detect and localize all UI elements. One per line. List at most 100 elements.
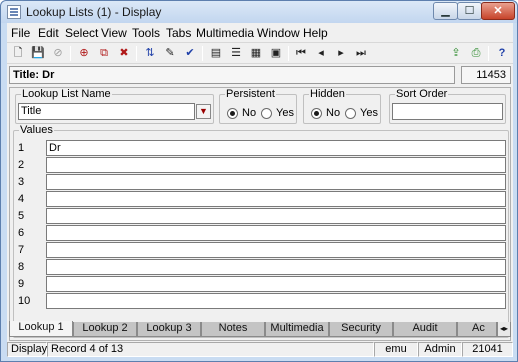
value-cell[interactable] xyxy=(46,276,506,292)
toolbar-separator xyxy=(488,46,489,61)
value-cell[interactable] xyxy=(46,293,506,309)
record-panel: Lookup List Name Title ▼ Persistent No Y… xyxy=(9,87,511,341)
value-row: 1 Dr xyxy=(15,140,506,157)
value-cell[interactable] xyxy=(46,208,506,224)
minimize-button[interactable]: ▁ xyxy=(433,2,458,20)
row-number: 4 xyxy=(18,193,25,205)
last-record-icon[interactable]: ⏭ xyxy=(352,45,370,62)
page-view-icon[interactable]: ▣ xyxy=(267,45,285,62)
persistent-no-radio[interactable]: No xyxy=(227,107,256,119)
value-cell[interactable] xyxy=(46,157,506,173)
persistent-yes-label: Yes xyxy=(276,107,294,119)
status-bar: Display Record 4 of 13 emu Admin 21041 xyxy=(7,342,513,357)
export-icon[interactable]: ⇪ xyxy=(447,45,465,62)
cancel-icon[interactable]: ⊘ xyxy=(49,45,67,62)
add-record-icon[interactable]: ⊕ xyxy=(75,45,93,62)
sort-order-input[interactable] xyxy=(392,103,503,120)
row-number: 9 xyxy=(18,278,25,290)
list-view-icon[interactable]: ☰ xyxy=(227,45,245,62)
tab-notes[interactable]: Notes xyxy=(201,322,265,337)
menu-select[interactable]: Select xyxy=(65,26,98,40)
sort-icon[interactable]: ⇅ xyxy=(141,45,159,62)
value-row: 2 xyxy=(15,157,506,174)
tab-scroll-button[interactable]: ◂▸ xyxy=(497,322,511,337)
lookup-icon[interactable]: ▼ xyxy=(196,104,211,119)
hidden-label: Hidden xyxy=(309,88,346,100)
edit-icon[interactable]: ✎ xyxy=(161,45,179,62)
app-icon[interactable] xyxy=(7,5,21,19)
report-icon[interactable]: ▦ xyxy=(247,45,265,62)
close-button[interactable]: ✕ xyxy=(481,2,515,20)
menu-tools[interactable]: Tools xyxy=(132,26,160,40)
value-cell[interactable] xyxy=(46,174,506,190)
sort-order-group: Sort Order xyxy=(389,88,506,124)
menu-window[interactable]: Window xyxy=(257,26,300,40)
radio-icon xyxy=(345,107,356,119)
record-header: Title: Dr 11453 xyxy=(9,66,511,85)
value-row: 7 xyxy=(15,242,506,259)
window-title: Lookup Lists (1) - Display xyxy=(26,5,162,19)
save-icon[interactable]: 💾 xyxy=(29,45,47,62)
tab-lookup-3[interactable]: Lookup 3 xyxy=(137,322,201,337)
new-icon[interactable]: 🗋 xyxy=(9,45,27,62)
next-record-icon[interactable]: ▸ xyxy=(332,45,350,62)
client-area: File Edit Select View Tools Tabs Multime… xyxy=(7,23,513,357)
value-row: 9 xyxy=(15,276,506,293)
tab-security[interactable]: Security xyxy=(329,322,393,337)
tab-multimedia[interactable]: Multimedia xyxy=(265,322,329,337)
values-grid: 1 Dr 2 3 4 5 6 7 8 9 10 xyxy=(15,140,506,330)
menu-file[interactable]: File xyxy=(11,26,30,40)
menu-help[interactable]: Help xyxy=(303,26,328,40)
row-number: 3 xyxy=(18,176,25,188)
radio-selected-icon xyxy=(311,107,322,119)
row-number: 10 xyxy=(18,295,31,307)
menu-view[interactable]: View xyxy=(101,26,127,40)
row-number: 7 xyxy=(18,244,25,256)
value-row: 8 xyxy=(15,259,506,276)
persistent-yes-radio[interactable]: Yes xyxy=(261,107,294,119)
print-icon[interactable]: ⎙ xyxy=(467,45,485,62)
radio-selected-icon xyxy=(227,107,238,119)
hidden-yes-label: Yes xyxy=(360,107,378,119)
value-cell[interactable] xyxy=(46,259,506,275)
copy-record-icon[interactable]: ⧉ xyxy=(95,45,113,62)
status-user: Admin xyxy=(418,342,462,357)
menu-edit[interactable]: Edit xyxy=(38,26,59,40)
hidden-yes-radio[interactable]: Yes xyxy=(345,107,378,119)
menu-bar: File Edit Select View Tools Tabs Multime… xyxy=(7,23,513,42)
row-number: 6 xyxy=(18,227,25,239)
value-cell[interactable] xyxy=(46,225,506,241)
lookup-list-name-input[interactable]: Title xyxy=(18,103,195,120)
tab-partial[interactable]: Ac xyxy=(457,322,497,337)
first-record-icon[interactable]: ⏮ xyxy=(292,45,310,62)
tab-lookup-1[interactable]: Lookup 1 xyxy=(9,321,73,337)
tab-lookup-2[interactable]: Lookup 2 xyxy=(73,322,137,337)
toolbar-separator xyxy=(288,46,289,61)
hidden-no-label: No xyxy=(326,107,341,119)
persistent-group: Persistent No Yes xyxy=(219,88,297,124)
menu-multimedia[interactable]: Multimedia xyxy=(196,26,254,40)
value-cell[interactable] xyxy=(46,191,506,207)
status-number: 21041 xyxy=(462,342,513,357)
menu-tabs[interactable]: Tabs xyxy=(166,26,191,40)
persistent-no-label: No xyxy=(242,107,257,119)
hidden-no-radio[interactable]: No xyxy=(311,107,340,119)
tab-audit[interactable]: Audit xyxy=(393,322,457,337)
delete-record-icon[interactable]: ✖ xyxy=(115,45,133,62)
record-view-icon[interactable]: ▤ xyxy=(207,45,225,62)
row-number: 2 xyxy=(18,159,25,171)
application-window: Lookup Lists (1) - Display ▁ ☐ ✕ File Ed… xyxy=(0,0,518,362)
title-bar[interactable]: Lookup Lists (1) - Display ▁ ☐ ✕ xyxy=(1,1,517,23)
status-mode: Display xyxy=(7,342,47,357)
lookup-list-name-group: Lookup List Name Title ▼ xyxy=(15,88,214,124)
value-cell[interactable] xyxy=(46,242,506,258)
maximize-button[interactable]: ☐ xyxy=(457,2,482,20)
previous-record-icon[interactable]: ◂ xyxy=(312,45,330,62)
spell-check-icon[interactable]: ✔ xyxy=(181,45,199,62)
toolbar-separator xyxy=(136,46,137,61)
toolbar-separator xyxy=(202,46,203,61)
help-icon[interactable]: ? xyxy=(493,45,511,62)
value-cell[interactable]: Dr xyxy=(46,140,506,156)
row-number: 1 xyxy=(18,142,25,154)
value-row: 4 xyxy=(15,191,506,208)
